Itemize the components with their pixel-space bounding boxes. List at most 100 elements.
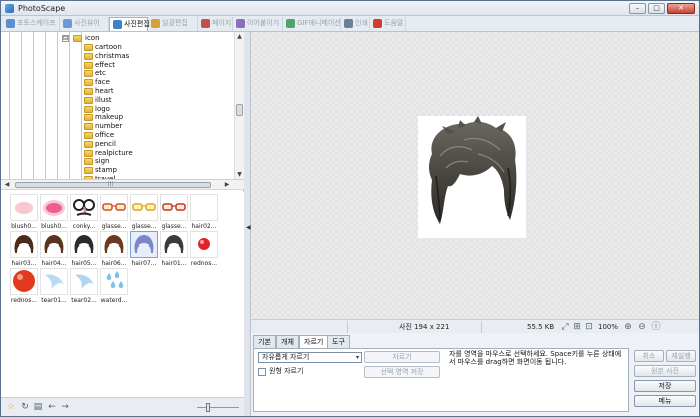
minimize-button[interactable]: – <box>629 3 646 14</box>
original-photo-button[interactable]: 원본 사진 <box>634 365 696 377</box>
tree-horizontal-scrollbar[interactable]: ◀ ||| ▶ <box>1 180 244 190</box>
sticker-thumbnail[interactable]: rednos... <box>189 231 219 268</box>
tab-viewer[interactable]: 사진뷰어 <box>60 17 109 31</box>
tree-item-pencil[interactable]: pencil <box>1 140 233 149</box>
thumbnail-size-slider[interactable] <box>197 407 239 408</box>
tree-item-christmas[interactable]: christmas <box>1 52 233 61</box>
tree-item-face[interactable]: face <box>1 78 233 87</box>
tab-label: 이어붙이기 <box>247 19 280 27</box>
sticker-thumbnail[interactable]: rednos... <box>9 268 39 305</box>
sticker-caption: hair06... <box>101 260 127 267</box>
scroll-right-icon[interactable]: ▶ <box>223 181 231 189</box>
tree-item-label: cartoon <box>95 43 122 51</box>
tab-combine[interactable]: 이어붙이기 <box>233 17 283 31</box>
tab-help[interactable]: 도움말 <box>370 17 406 31</box>
refresh-icon[interactable]: ↻ <box>20 402 30 412</box>
sticker-thumbnail[interactable]: hair02... <box>189 194 219 231</box>
forward-arrow-icon[interactable]: → <box>60 402 70 412</box>
tree-item-makeup[interactable]: makeup <box>1 113 233 122</box>
tab-label: 도움말 <box>384 19 404 27</box>
tab-basic[interactable]: 기본 <box>253 335 276 348</box>
app-window: PhotoScape – □ ✕ 포토스케이프 사진뷰어 사진편집 일괄편집 페이지 이어… <box>0 0 700 417</box>
save-button[interactable]: 저장 <box>634 380 696 392</box>
scroll-left-icon[interactable]: ◀ <box>3 181 11 189</box>
sticker-thumbnail[interactable]: hair06... <box>99 231 129 268</box>
crop-mode-select[interactable]: 자유롭게 자르기 ▾ <box>258 352 362 363</box>
actual-size-icon[interactable]: ⊞ <box>572 322 582 332</box>
tree-item-illust[interactable]: illust <box>1 96 233 105</box>
info-icon[interactable]: ⓘ <box>651 322 661 332</box>
sticker-thumbnail[interactable]: glasse... <box>129 194 159 231</box>
tab-tools[interactable]: 도구 <box>327 335 350 348</box>
sticker-thumbnail[interactable]: glasse... <box>159 194 189 231</box>
sticker-thumbnail[interactable]: hair07... <box>129 231 159 268</box>
horizontal-scroll-thumb[interactable]: ||| <box>15 181 211 188</box>
redo-button[interactable]: 재실행 <box>666 350 696 362</box>
blush2-sticker-image <box>40 194 68 221</box>
collapse-icon[interactable]: ⊟ <box>62 35 69 42</box>
tab-print[interactable]: 인쇄 <box>341 17 370 31</box>
zoom-level: 100% <box>598 323 619 331</box>
scroll-up-icon[interactable]: ▲ <box>236 33 243 41</box>
thumbnail-size-slider-knob[interactable] <box>206 403 210 412</box>
sticker-thumbnail[interactable]: glasse... <box>99 194 129 231</box>
zoom-in-icon[interactable]: ⊕ <box>623 322 633 332</box>
tree-item-realpicture[interactable]: realpicture <box>1 149 233 158</box>
sticker-caption: blush0... <box>41 223 67 230</box>
photo-canvas[interactable] <box>251 32 699 319</box>
sticker-thumbnail[interactable]: blush0... <box>39 194 69 231</box>
menu-button[interactable]: 메뉴 <box>634 395 696 407</box>
sticker-thumbnail[interactable]: hair05... <box>69 231 99 268</box>
folder-tree[interactable]: ⊟ icon cartoon christmas effect etc face heart i… <box>1 32 244 180</box>
sticker-thumbnail[interactable]: hair01... <box>159 231 189 268</box>
undo-button[interactable]: 취소 <box>634 350 664 362</box>
sticker-thumbnail[interactable]: conky... <box>69 194 99 231</box>
tree-item-etc[interactable]: etc <box>1 69 233 78</box>
tree-item-icon[interactable]: ⊟ icon <box>1 34 233 43</box>
panel-splitter[interactable]: ◀ <box>244 32 251 416</box>
tab-batch[interactable]: 일괄편집 <box>148 17 198 31</box>
save-selection-button[interactable]: 선택 영역 저장 <box>364 366 440 378</box>
collapse-arrow-icon[interactable]: ◀ <box>246 224 251 231</box>
help-icon <box>373 19 382 28</box>
vertical-scroll-thumb[interactable] <box>236 104 243 116</box>
tree-item-logo[interactable]: logo <box>1 105 233 114</box>
tab-photoscape[interactable]: 포토스케이프 <box>3 17 60 31</box>
folder-icon <box>84 105 93 113</box>
tree-vertical-scrollbar[interactable]: ▲ ▼ <box>234 32 244 179</box>
tab-gif[interactable]: GIF애니메이션 <box>283 17 341 31</box>
sticker-thumbnail[interactable]: waterd... <box>99 268 129 305</box>
scroll-down-icon[interactable]: ▼ <box>236 171 243 179</box>
fit-screen-icon[interactable]: ⤢ <box>560 322 570 332</box>
tab-page[interactable]: 페이지 <box>198 17 233 31</box>
sticker-thumbnail[interactable]: hair04... <box>39 231 69 268</box>
zoom-out-icon[interactable]: ⊖ <box>637 322 647 332</box>
tree-item-number[interactable]: number <box>1 122 233 131</box>
tab-label: 페이지 <box>212 19 232 27</box>
favorite-icon[interactable]: ☆ <box>6 402 16 412</box>
photo-image[interactable] <box>418 116 526 238</box>
tree-item-heart[interactable]: heart <box>1 87 233 96</box>
tree-item-effect[interactable]: effect <box>1 61 233 70</box>
close-button[interactable]: ✕ <box>667 3 695 14</box>
tree-item-stamp[interactable]: stamp <box>1 166 233 175</box>
sticker-thumbnail[interactable]: blush0... <box>9 194 39 231</box>
sticker-thumbnail[interactable]: tear02... <box>69 268 99 305</box>
tab-label: 사진뷰어 <box>74 19 100 27</box>
tree-item-sign[interactable]: sign <box>1 157 233 166</box>
tab-editor[interactable]: 사진편집 <box>109 17 150 31</box>
tab-crop[interactable]: 자르기 <box>299 335 329 349</box>
crop-button[interactable]: 자르기 <box>364 351 440 363</box>
tree-item-office[interactable]: office <box>1 131 233 140</box>
tab-object[interactable]: 개체 <box>276 335 299 348</box>
tree-item-cartoon[interactable]: cartoon <box>1 43 233 52</box>
folder-view-icon[interactable]: ▤ <box>33 402 43 412</box>
round-crop-checkbox[interactable] <box>258 368 266 376</box>
left-bottom-toolbar: ☆ ↻ ▤ ← → <box>1 397 244 416</box>
sticker-thumbnail[interactable]: tear01... <box>39 268 69 305</box>
hair-sticker-image <box>160 231 188 258</box>
maximize-button[interactable]: □ <box>648 3 665 14</box>
sticker-thumbnail[interactable]: hair03... <box>9 231 39 268</box>
zoom-fit-icon[interactable]: ⊡ <box>584 322 594 332</box>
back-arrow-icon[interactable]: ← <box>47 402 57 412</box>
